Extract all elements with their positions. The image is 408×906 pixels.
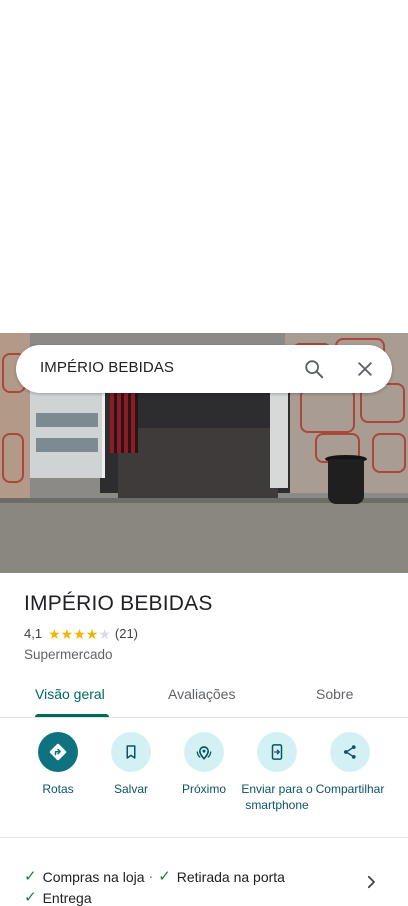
place-title: IMPÉRIO BEBIDAS [24, 592, 213, 615]
share-button[interactable]: Compartilhar [311, 732, 389, 797]
trash-bin [328, 459, 364, 504]
feature-delivery: ✓ Entrega [24, 889, 92, 906]
shop-door [270, 378, 288, 488]
search-input[interactable]: IMPÉRIO BEBIDAS [40, 359, 174, 376]
save-label: Salvar [113, 782, 148, 796]
star-icon: ★ [73, 625, 86, 642]
wall-stone [300, 388, 355, 433]
star-icon: ★ [85, 625, 99, 642]
tab-about[interactable]: Sobre [316, 686, 353, 702]
share-label: Compartilhar [315, 782, 385, 796]
nearby-icon [184, 732, 224, 772]
blank-map-area [0, 0, 408, 333]
review-count[interactable]: (21) [115, 626, 138, 641]
close-icon[interactable] [351, 355, 379, 383]
send-to-phone-icon [257, 732, 297, 772]
search-bar[interactable]: IMPÉRIO BEBIDAS [16, 345, 392, 393]
sidewalk [0, 503, 408, 573]
shop-floor [118, 428, 278, 498]
tab-overview[interactable]: Visão geral [35, 686, 105, 702]
feature-in-store-shopping: ✓ Compras na loja [24, 868, 145, 885]
rating-value: 4,1 [24, 626, 43, 641]
star-icon: ★ [98, 625, 111, 642]
service-options[interactable]: ✓ Compras na loja · ✓ Retirada na porta ✓ Ent… [24, 866, 364, 906]
action-buttons: Rotas Salvar Próximo Enviar para o smart… [0, 732, 408, 838]
check-icon: ✓ [24, 868, 37, 885]
active-tab-indicator [35, 714, 109, 717]
check-icon: ✓ [158, 868, 171, 885]
directions-icon [38, 732, 78, 772]
place-tabs: Visão geral Avaliações Sobre [0, 676, 408, 718]
share-icon [330, 732, 370, 772]
star-icon: ★ [48, 625, 61, 642]
bookmark-icon [111, 732, 151, 772]
check-icon: ✓ [24, 889, 37, 906]
search-icon[interactable] [300, 355, 328, 383]
rating-row[interactable]: 4,1 ★ ★ ★ ★ ★ (21) [24, 626, 138, 641]
wall-stone [2, 433, 24, 483]
send-to-phone-button[interactable]: Enviar para o smartphone [238, 732, 316, 813]
chevron-right-icon[interactable] [362, 873, 380, 891]
save-button[interactable]: Salvar [92, 732, 170, 797]
nearby-button[interactable]: Próximo [165, 732, 243, 797]
directions-button[interactable]: Rotas [19, 732, 97, 797]
place-category[interactable]: Supermercado [24, 647, 113, 662]
nearby-label: Próximo [181, 782, 226, 796]
bottle-rack [110, 393, 138, 453]
star-icon: ★ [60, 625, 74, 642]
feature-curbside-pickup: ✓ Retirada na porta [158, 868, 285, 885]
send-to-phone-label: Enviar para o smartphone [241, 782, 313, 812]
wall-stone [372, 433, 406, 473]
display-shelf [30, 383, 105, 478]
rating-stars: ★ ★ ★ ★ ★ [48, 627, 111, 641]
directions-label: Rotas [42, 782, 74, 796]
tab-reviews[interactable]: Avaliações [168, 686, 235, 702]
feature-separator: · [148, 868, 154, 884]
